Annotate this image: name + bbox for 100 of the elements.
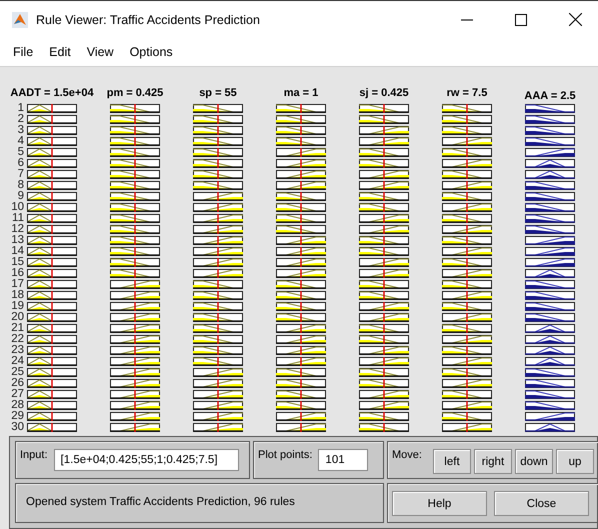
input-value-line (51, 159, 53, 168)
move-button[interactable]: left (432, 449, 471, 474)
membership-curve (276, 380, 316, 388)
membership-curve (120, 380, 160, 388)
input-value-line (466, 159, 468, 168)
rule-number: 16 (10, 268, 25, 279)
input-value-line (300, 181, 302, 190)
input-value-line (217, 115, 219, 124)
input-value-line (134, 412, 136, 421)
input-value-line (466, 313, 468, 322)
input-value-line (466, 280, 468, 289)
menu-item[interactable]: File (8, 45, 38, 59)
menu-item[interactable]: Options (124, 45, 178, 59)
input-value-line (134, 170, 136, 179)
input-value-line (134, 214, 136, 223)
input-value-line (383, 368, 385, 377)
membership-curve (359, 160, 400, 168)
input-value-line (300, 379, 302, 388)
input-value-line (51, 412, 53, 421)
input-value-line (383, 258, 385, 267)
membership-curve (110, 104, 150, 112)
membership-curve (202, 192, 243, 200)
input-value-line (217, 401, 219, 410)
membership-curve (368, 258, 409, 266)
membership-curve (276, 314, 316, 322)
membership-curve (442, 346, 482, 354)
membership-curve (120, 324, 160, 332)
input-value-line (134, 346, 136, 355)
input-value-line (300, 137, 302, 146)
membership-curve (359, 248, 400, 256)
input-value-line (134, 126, 136, 135)
input-value-line (134, 368, 136, 377)
membership-curve (442, 390, 482, 398)
input-value-line (51, 401, 53, 410)
menu-item[interactable]: View (82, 45, 119, 59)
membership-curve (202, 424, 243, 432)
membership-curve (193, 138, 234, 146)
plot-points-field[interactable]: 101 (318, 449, 368, 471)
input-value-line (383, 379, 385, 388)
rule-number: 4 (16, 136, 25, 147)
input-value-line (51, 291, 53, 300)
membership-curve (368, 138, 409, 146)
membership-curve (286, 148, 326, 156)
input-value-line (466, 126, 468, 135)
input-value-line (51, 203, 53, 212)
move-button[interactable]: up (556, 449, 594, 474)
membership-curve (110, 258, 150, 266)
input-field[interactable]: [1.5e+04;0.425;55;1;0.425;7.5] (54, 449, 239, 471)
input-value-line (383, 115, 385, 124)
menu-item[interactable]: Edit (44, 45, 76, 59)
input-value-line (466, 247, 468, 256)
input-value-line (217, 170, 219, 179)
membership-curve (120, 390, 160, 398)
membership-curve (286, 424, 326, 432)
move-button[interactable]: right (474, 449, 512, 474)
input-value-line (134, 335, 136, 344)
input-value-line (300, 269, 302, 278)
membership-curve (368, 402, 409, 410)
membership-curve (452, 402, 492, 410)
membership-curve (120, 346, 160, 354)
input-value-line (466, 291, 468, 300)
membership-curve (120, 358, 160, 366)
input-value-line (300, 214, 302, 223)
input-value-line (51, 357, 53, 366)
membership-curve (202, 368, 243, 376)
rule-number: 12 (10, 224, 25, 235)
input-value-line (51, 335, 53, 344)
membership-curve (359, 280, 400, 288)
input-value-line (134, 291, 136, 300)
input-value-line (383, 401, 385, 410)
input-value-line (217, 258, 219, 267)
input-value-line (134, 401, 136, 410)
membership-curve (452, 270, 492, 278)
input-value-line (466, 236, 468, 245)
membership-curve (359, 104, 400, 112)
input-value-line (134, 313, 136, 322)
membership-curve (452, 204, 492, 212)
input-value-line (383, 324, 385, 333)
input-value-line (383, 412, 385, 421)
input-value-line (383, 357, 385, 366)
membership-curve (368, 314, 409, 322)
rule-number: 19 (10, 301, 25, 312)
close-icon[interactable] (568, 13, 582, 26)
input-value-line (300, 291, 302, 300)
membership-curve (276, 104, 316, 112)
membership-curve (286, 170, 326, 178)
maximize-icon[interactable] (515, 14, 527, 26)
membership-curve (359, 148, 400, 156)
input-value-line (134, 225, 136, 234)
membership-curve (110, 126, 150, 134)
membership-curve (276, 302, 316, 310)
close-dialog-button[interactable]: Close (494, 491, 589, 516)
membership-curve (120, 292, 160, 300)
membership-curve (202, 248, 243, 256)
input-value-line (51, 137, 53, 146)
move-button[interactable]: down (514, 449, 553, 474)
help-button[interactable]: Help (392, 491, 487, 516)
minimize-icon[interactable] (461, 18, 473, 20)
input-value-line (300, 236, 302, 245)
input-value-line (300, 225, 302, 234)
